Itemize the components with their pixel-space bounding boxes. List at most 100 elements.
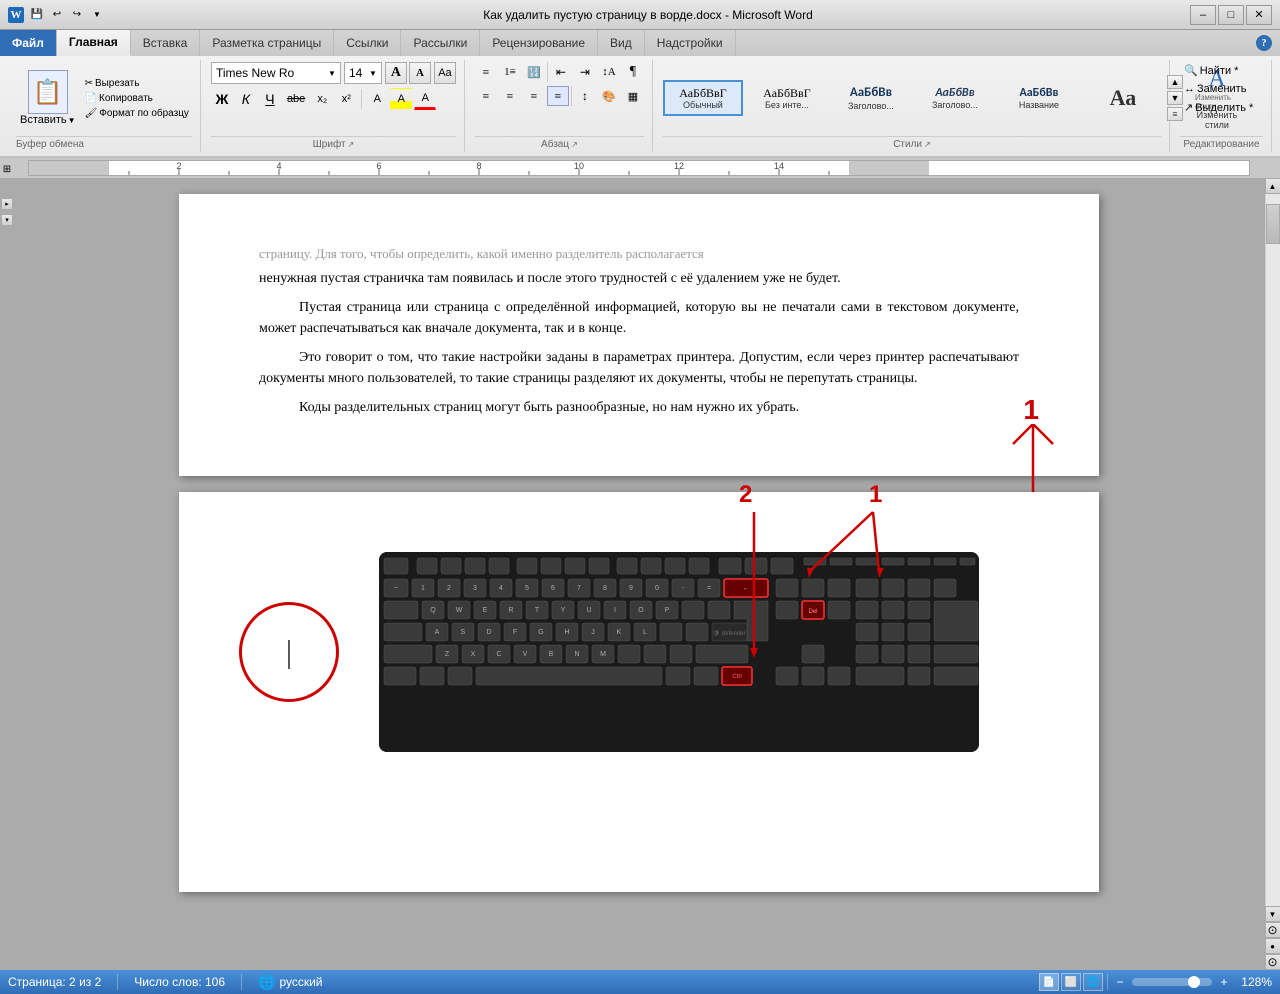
ruler-marks: 2 4 6 8 10 12 14 [29, 161, 1249, 175]
margin-btn2[interactable]: ▾ [1, 214, 13, 226]
minimize-button[interactable]: – [1190, 5, 1216, 25]
zoom-slider[interactable] [1132, 978, 1212, 986]
ruler-left-btn[interactable]: ⊞ [0, 159, 14, 177]
web-view-button[interactable]: 🌐 [1083, 973, 1103, 991]
font-color-button[interactable]: A [414, 88, 436, 110]
svg-text:4: 4 [499, 585, 503, 592]
margin-btn1[interactable]: ▸ [1, 198, 13, 210]
tab-insert[interactable]: Вставка [131, 30, 201, 56]
font-name-selector[interactable]: Times New Ro ▼ [211, 62, 341, 84]
clear-format-button[interactable]: Aa [434, 62, 456, 84]
increase-indent-button[interactable]: ⇥ [574, 62, 596, 82]
tab-mailings[interactable]: Рассылки [401, 30, 480, 56]
styles-expand-icon[interactable]: ↗ [924, 140, 931, 149]
select-browse-button[interactable]: ● [1265, 938, 1280, 954]
multilevel-list-button[interactable]: 🔢 [523, 62, 545, 82]
style-heading2[interactable]: АаБбВв Заголово... [915, 80, 995, 116]
style-title[interactable]: АаБбВв Название [999, 80, 1079, 116]
help-button[interactable]: ? [1256, 35, 1272, 51]
svg-text:2: 2 [447, 585, 451, 592]
redo-icon[interactable]: ↪ [68, 6, 86, 24]
underline-button[interactable]: Ч [259, 88, 281, 110]
style-no-spacing[interactable]: АаБбВвГ Без инте... [747, 80, 827, 116]
tab-review[interactable]: Рецензирование [480, 30, 598, 56]
next-page-button[interactable]: ⊙ [1265, 954, 1280, 970]
style-no-spacing-label: Без инте... [757, 100, 817, 110]
font-grow-button[interactable]: A [385, 62, 407, 84]
style-normal-preview: АаБбВвГ [673, 86, 733, 100]
zoom-out-button[interactable]: − [1112, 974, 1128, 990]
shading-button[interactable]: 🎨 [598, 86, 620, 106]
text-highlight-button[interactable]: A [390, 88, 412, 110]
page2: | [179, 492, 1099, 892]
align-center-button[interactable]: ≡ [499, 86, 521, 106]
clipboard-content: 📋 Вставить ▼ ✂Вырезать 📄Копировать 🖌Форм… [16, 62, 192, 134]
align-right-button[interactable]: ≡ [523, 86, 545, 106]
paste-button[interactable]: 📋 Вставить ▼ [16, 68, 80, 128]
tab-layout[interactable]: Разметка страницы [200, 30, 334, 56]
style-heading1[interactable]: АаБбВв Заголово... [831, 79, 911, 117]
language[interactable]: 🌐 русский [258, 974, 323, 991]
decrease-indent-button[interactable]: ⇤ [550, 62, 572, 82]
zoom-in-button[interactable]: + [1216, 974, 1232, 990]
sort-button[interactable]: ↕A [598, 62, 620, 82]
cursor-circle: | [239, 602, 339, 702]
paste-dropdown-icon[interactable]: ▼ [68, 116, 76, 125]
prev-page-button[interactable]: ⊙ [1265, 922, 1280, 938]
cut-button[interactable]: ✂Вырезать [82, 77, 192, 90]
align-left-button[interactable]: ≡ [475, 86, 497, 106]
style-default[interactable]: Аа [1083, 81, 1163, 115]
font-shrink-button[interactable]: A [409, 62, 431, 84]
show-formatting-button[interactable]: ¶ [622, 62, 644, 82]
document-scroll-area[interactable]: страницу. Для того, чтобы определить, ка… [14, 178, 1264, 970]
line-spacing-button[interactable]: ↕ [574, 86, 596, 106]
para-expand-icon[interactable]: ↗ [571, 140, 578, 149]
keyboard-wrapper: ~ 1 2 3 4 5 6 7 8 9 [379, 552, 1039, 752]
select-button[interactable]: ↗ Выделить * [1180, 99, 1257, 116]
tab-view[interactable]: Вид [598, 30, 645, 56]
bullets-button[interactable]: ≡ [475, 62, 497, 82]
borders-button[interactable]: ▦ [622, 86, 644, 106]
fullscreen-button[interactable]: ⬜ [1061, 973, 1081, 991]
numbering-button[interactable]: 1≡ [499, 62, 521, 82]
format-painter-button[interactable]: 🖌Формат по образцу [82, 107, 192, 120]
svg-text:4: 4 [276, 161, 281, 171]
print-view-button[interactable]: 📄 [1039, 973, 1059, 991]
strikethrough-button[interactable]: abe [283, 88, 309, 110]
scroll-down-button[interactable]: ▼ [1265, 906, 1280, 922]
paragraph-controls: ≡ 1≡ 🔢 ⇤ ⇥ ↕A ¶ ≡ ≡ ≡ ≡ ↕ 🎨 [475, 62, 644, 134]
keyboard-area: | [239, 552, 1039, 752]
vertical-scrollbar[interactable]: ▲ ▼ ⊙ ● ⊙ [1264, 178, 1280, 970]
style-h1-preview: АаБбВв [841, 85, 901, 101]
italic-button[interactable]: К [235, 88, 257, 110]
font-name-dropdown-icon[interactable]: ▼ [328, 69, 336, 78]
replace-button[interactable]: ↔ Заменить [1180, 81, 1250, 97]
text-effects-button[interactable]: A [366, 88, 388, 110]
subscript-button[interactable]: x₂ [311, 88, 333, 110]
tab-home[interactable]: Главная [57, 30, 131, 56]
tab-references[interactable]: Ссылки [334, 30, 401, 56]
bold-button[interactable]: Ж [211, 88, 233, 110]
font-expand-icon[interactable]: ↗ [348, 140, 355, 149]
zoom-thumb[interactable] [1188, 976, 1200, 988]
font-size-selector[interactable]: 14 ▼ [344, 62, 382, 84]
scroll-track[interactable] [1266, 194, 1280, 906]
qa-dropdown-icon[interactable]: ▼ [88, 6, 106, 24]
tab-addins[interactable]: Надстройки [645, 30, 736, 56]
align-justify-button[interactable]: ≡ [547, 86, 569, 106]
close-button[interactable]: ✕ [1246, 5, 1272, 25]
zoom-control: − + 128% [1112, 974, 1272, 990]
clipboard-group: 📋 Вставить ▼ ✂Вырезать 📄Копировать 🖌Форм… [8, 60, 201, 152]
svg-text:D: D [486, 629, 491, 636]
style-normal[interactable]: АаБбВвГ Обычный [663, 80, 743, 116]
find-button[interactable]: 🔍 Найти * [1180, 62, 1242, 79]
copy-button[interactable]: 📄Копировать [82, 92, 192, 105]
undo-icon[interactable]: ↩ [48, 6, 66, 24]
scroll-up-button[interactable]: ▲ [1265, 178, 1280, 194]
tab-file[interactable]: Файл [0, 30, 57, 56]
superscript-button[interactable]: x² [335, 88, 357, 110]
save-icon[interactable]: 💾 [28, 6, 46, 24]
font-size-dropdown-icon[interactable]: ▼ [369, 69, 377, 78]
scroll-thumb[interactable] [1266, 204, 1280, 244]
maximize-button[interactable]: □ [1218, 5, 1244, 25]
